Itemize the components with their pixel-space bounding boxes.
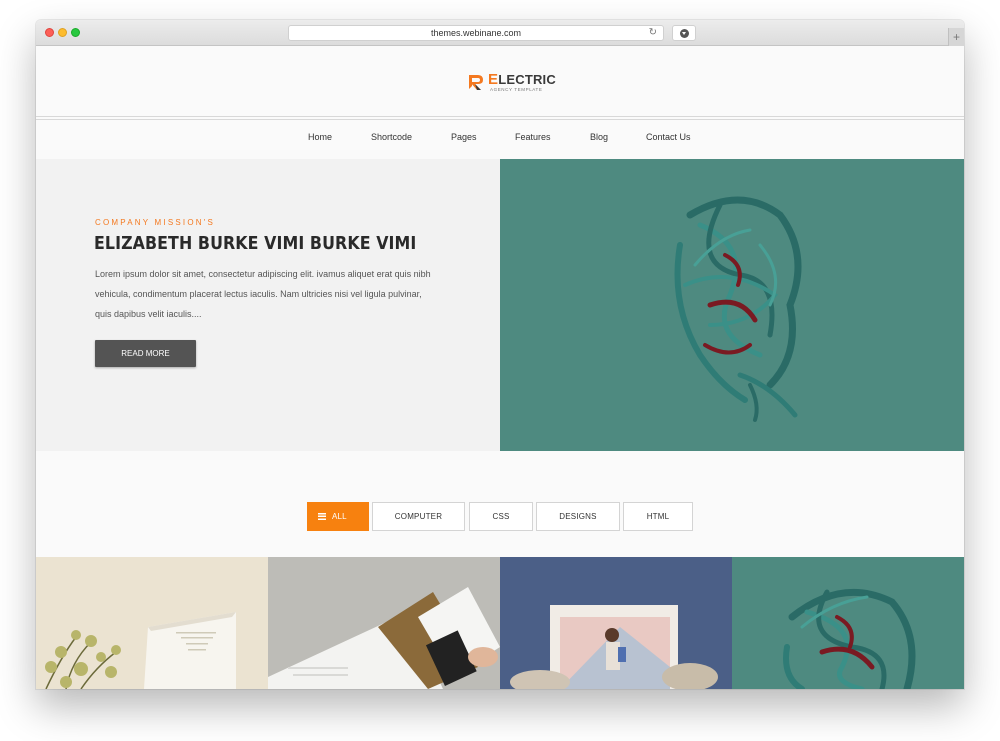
browser-window: themes.webinane.com ↻ + ELECTRIC AGENCY … xyxy=(36,20,964,689)
new-tab-button[interactable]: + xyxy=(948,28,964,46)
address-bar[interactable]: themes.webinane.com ↻ xyxy=(288,25,664,41)
portfolio-item-framed-art[interactable] xyxy=(500,557,732,689)
sculpture-image xyxy=(674,196,802,422)
filter-computer-button[interactable]: COMPUTER xyxy=(372,502,465,531)
hero-text-panel: COMPANY MISSION'S ELIZABETH BURKE VIMI B… xyxy=(36,159,500,451)
portfolio-item-magazine[interactable] xyxy=(268,557,500,689)
framed-art-image xyxy=(500,557,732,689)
logo-wordmark: ELECTRIC xyxy=(488,71,556,88)
download-button[interactable] xyxy=(672,25,696,41)
portfolio-grid xyxy=(36,557,964,689)
filter-css-button[interactable]: CSS xyxy=(469,502,533,531)
browser-titlebar: themes.webinane.com ↻ + xyxy=(36,20,964,46)
close-window-button[interactable] xyxy=(45,28,54,37)
portfolio-filters: ALL COMPUTER CSS DESIGNS HTML xyxy=(36,502,964,532)
filter-all-button[interactable]: ALL xyxy=(307,502,369,531)
nav-item-contact-us[interactable]: Contact Us xyxy=(646,132,691,142)
portfolio-item-card-flowers[interactable] xyxy=(36,557,268,689)
site-header: ELECTRIC AGENCY TEMPLATE xyxy=(36,46,964,117)
hero-body-text: Lorem ipsum dolor sit amet, consectetur … xyxy=(95,269,431,319)
download-icon xyxy=(680,29,689,38)
filter-designs-button[interactable]: DESIGNS xyxy=(536,502,620,531)
minimize-window-button[interactable] xyxy=(58,28,67,37)
logo-tagline: AGENCY TEMPLATE xyxy=(490,87,543,92)
nav-item-home[interactable]: Home xyxy=(308,132,332,142)
nav-item-shortcode[interactable]: Shortcode xyxy=(371,132,412,142)
list-icon xyxy=(318,513,326,520)
reload-icon[interactable]: ↻ xyxy=(649,26,657,40)
hero-eyebrow: COMPANY MISSION'S xyxy=(95,218,215,227)
filter-html-button[interactable]: HTML xyxy=(623,502,693,531)
hero-title: ELIZABETH BURKE VIMI BURKE VIMI xyxy=(94,233,417,254)
card-flowers-image xyxy=(36,557,268,689)
magazine-image xyxy=(268,557,500,689)
main-nav: Home Shortcode Pages Features Blog Conta… xyxy=(36,120,964,159)
url-text: themes.webinane.com xyxy=(430,28,522,38)
sculpture-thumb-image xyxy=(732,557,964,689)
read-more-button[interactable]: READ MORE xyxy=(95,340,196,367)
logo-mark-icon xyxy=(469,75,483,90)
nav-item-features[interactable]: Features xyxy=(515,132,551,142)
nav-item-pages[interactable]: Pages xyxy=(451,132,477,142)
hero-image xyxy=(500,159,964,451)
site-logo[interactable]: ELECTRIC AGENCY TEMPLATE xyxy=(466,70,556,96)
portfolio-item-sculpture[interactable] xyxy=(732,557,964,689)
maximize-window-button[interactable] xyxy=(71,28,80,37)
nav-item-blog[interactable]: Blog xyxy=(590,132,608,142)
